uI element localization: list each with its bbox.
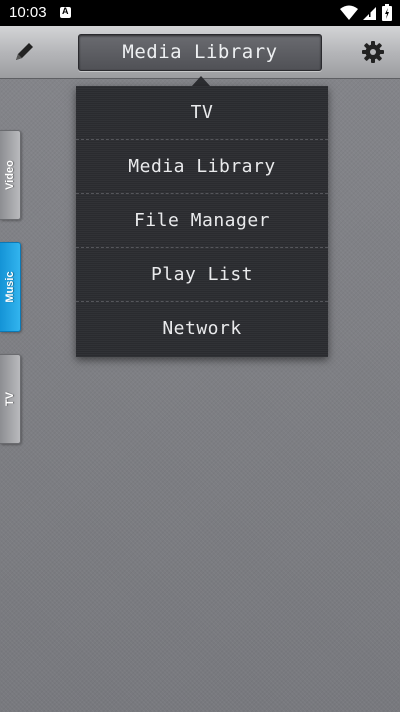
- side-tab-label: TV: [4, 391, 16, 407]
- signal-icon: [363, 6, 376, 20]
- side-tab-label: Music: [4, 271, 16, 303]
- edit-button[interactable]: [10, 38, 38, 66]
- side-tab-music[interactable]: Music: [0, 242, 21, 332]
- a-badge-icon: [60, 6, 71, 18]
- side-tab-video[interactable]: Video: [0, 130, 21, 220]
- status-icons: [340, 4, 392, 21]
- status-time: 10:03: [9, 4, 47, 21]
- toolbar: Media Library: [0, 26, 400, 79]
- library-dropdown-menu: TV Media Library File Manager Play List …: [76, 86, 328, 357]
- library-selector[interactable]: Media Library: [78, 34, 322, 71]
- gear-icon: [362, 41, 384, 63]
- menu-item-tv[interactable]: TV: [76, 86, 328, 140]
- status-bar: 10:03: [0, 0, 400, 26]
- wifi-icon: [340, 5, 358, 20]
- settings-button[interactable]: [360, 39, 386, 65]
- pencil-icon: [16, 43, 33, 60]
- side-tab-label: Video: [4, 160, 16, 190]
- battery-icon: [382, 4, 392, 21]
- menu-item-network[interactable]: Network: [76, 302, 328, 355]
- side-tab-tv[interactable]: TV: [0, 354, 21, 444]
- menu-item-file-manager[interactable]: File Manager: [76, 194, 328, 248]
- menu-item-play-list[interactable]: Play List: [76, 248, 328, 302]
- menu-item-media-library[interactable]: Media Library: [76, 140, 328, 194]
